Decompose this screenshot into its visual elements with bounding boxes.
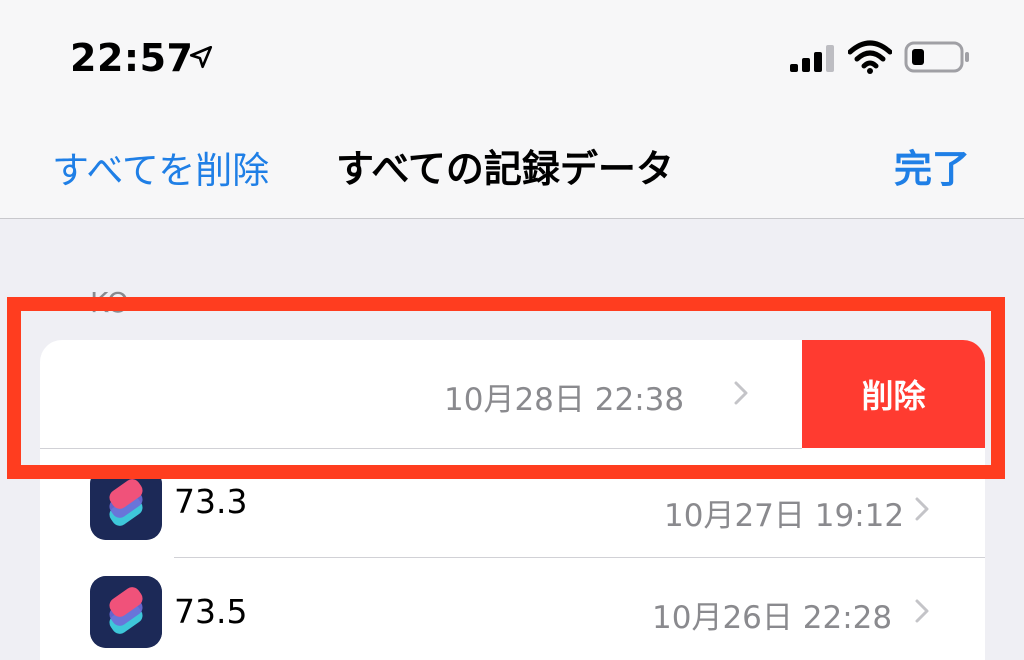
shortcuts-app-icon [90, 468, 162, 540]
list-item[interactable]: 73.5 10月26日 22:28 [40, 558, 985, 660]
row-date: 10月28日 22:38 [444, 382, 685, 418]
shortcuts-app-icon [90, 576, 162, 648]
chevron-right-icon [915, 599, 929, 623]
chevron-right-icon [915, 497, 929, 521]
status-time: 22:57 [70, 36, 194, 80]
battery-low-icon [904, 41, 969, 73]
page-title: すべての記録データ [336, 147, 674, 191]
list-item[interactable]: 73.3 10月27日 19:12 [40, 448, 985, 556]
done-button[interactable]: 完了 [894, 138, 970, 193]
delete-action-button[interactable]: 削除 [802, 340, 985, 448]
delete-all-button[interactable]: すべてを削除 [52, 140, 269, 194]
row-value: 73.5 [174, 592, 248, 631]
location-arrow-icon [189, 45, 213, 69]
section-header: KO [90, 286, 129, 319]
cellular-signal-icon [790, 45, 834, 72]
row-value: 73.3 [174, 482, 248, 521]
chevron-right-icon [734, 381, 748, 405]
wifi-icon [848, 40, 892, 74]
row-date: 10月27日 19:12 [664, 498, 905, 534]
list-item[interactable]: 10月28日 22:38 削除 [40, 340, 985, 448]
top-bar: 22:57 すべてを削除 すべての記録データ 完了 [0, 0, 1024, 219]
records-list: 10月28日 22:38 削除 73.3 10月27日 19:12 73.5 1… [40, 340, 985, 660]
row-date: 10月26日 22:28 [652, 600, 893, 636]
